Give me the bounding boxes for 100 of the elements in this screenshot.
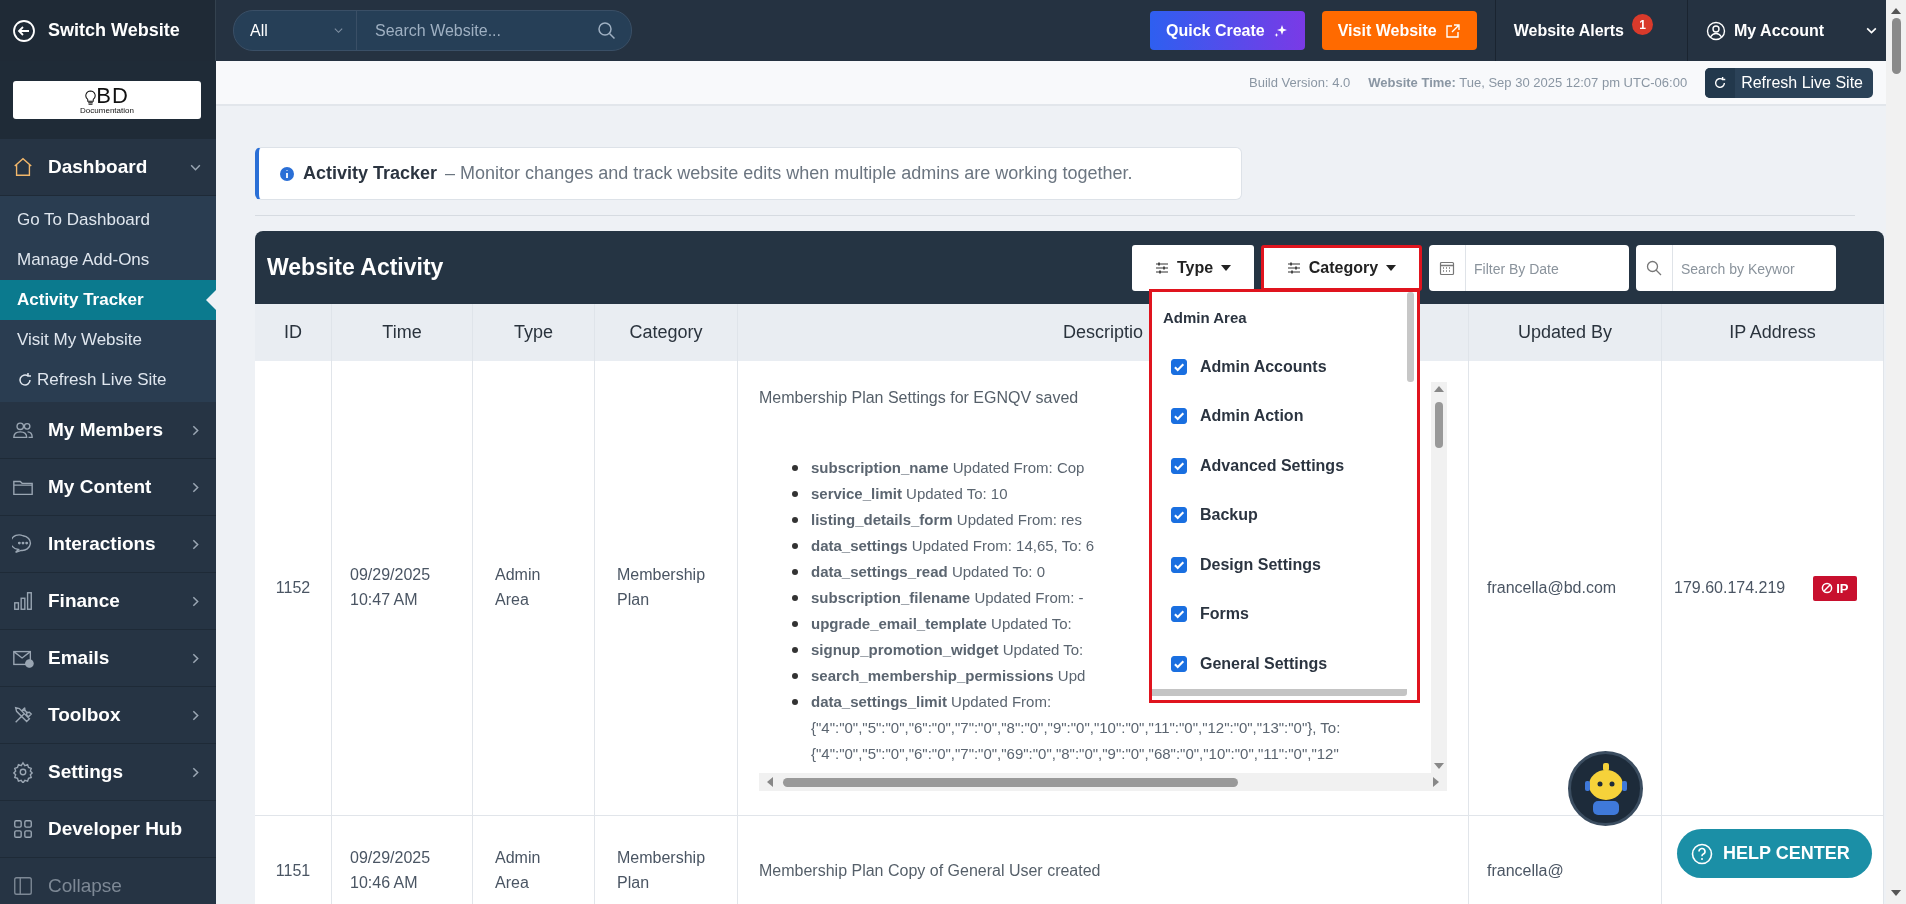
refresh-icon — [1713, 75, 1728, 90]
vertical-scrollbar[interactable] — [1407, 292, 1414, 382]
menu-item[interactable]: Settings — [0, 744, 216, 801]
menu-item[interactable]: My Content — [0, 459, 216, 516]
scroll-up-arrow-icon[interactable] — [1891, 8, 1901, 14]
notice-text: – Monitor changes and track website edits when multiple admins are working together. — [445, 163, 1133, 184]
checkbox[interactable] — [1171, 408, 1187, 425]
category-option[interactable]: Backup — [1163, 490, 1396, 540]
bar-chart-icon — [12, 590, 34, 612]
change-entry: search_membership_permissions Upd — [811, 665, 1086, 686]
table-cell-text: Admin Area — [495, 565, 542, 610]
table-cell-text: 179.60.174.219 — [1674, 577, 1786, 598]
change-entry: data_settings Updated From: 14,65, To: 6 — [811, 535, 1095, 556]
checkbox[interactable] — [1171, 556, 1187, 573]
grid-icon — [12, 818, 34, 840]
scroll-left-arrow-icon[interactable] — [767, 777, 773, 787]
submenu-item[interactable]: Visit My Website — [0, 320, 216, 360]
category-option[interactable]: Forms — [1163, 589, 1396, 639]
change-entry: subscription_name Updated From: Cop — [811, 457, 1085, 478]
scrollbar-thumb[interactable] — [1891, 18, 1901, 74]
change-entry: data_settings_limit Updated From: — [811, 691, 1052, 712]
column-header: Updated By — [1469, 304, 1662, 361]
menu-item[interactable]: My Members — [0, 402, 216, 459]
category-option[interactable]: Design Settings — [1163, 540, 1396, 590]
website-alerts-button[interactable]: Website Alerts 1 — [1495, 9, 1669, 52]
checkbox[interactable] — [1171, 507, 1187, 524]
bullet-icon — [792, 516, 798, 523]
switch-website-button[interactable]: Switch Website — [0, 0, 216, 61]
scrollbar-thumb[interactable] — [783, 777, 1238, 787]
search-input[interactable]: Search Website... — [373, 11, 597, 50]
menu-item[interactable]: Toolbox — [0, 687, 216, 744]
refresh-live-site-button[interactable]: Refresh Live Site — [1705, 67, 1873, 98]
scrollbar-thumb[interactable] — [1435, 402, 1443, 448]
table-cell-text: Membership Plan — [617, 565, 707, 610]
scroll-down-arrow-icon[interactable] — [1434, 763, 1444, 769]
change-entry: signup_promotion_widget Updated To: — [811, 639, 1084, 660]
scroll-down-arrow-icon[interactable] — [1891, 890, 1901, 896]
vertical-scrollbar[interactable] — [1431, 382, 1447, 773]
horizontal-scrollbar[interactable] — [1152, 688, 1407, 696]
menu-item[interactable]: Emails — [0, 630, 216, 687]
logo-caption: Documentation — [80, 107, 134, 115]
logo-text: BD — [96, 85, 129, 107]
type-filter-button[interactable]: Type — [1132, 244, 1254, 291]
site-logo[interactable]: BD Documentation — [13, 81, 201, 119]
change-entry: subscription_filename Updated From: - — [811, 587, 1084, 608]
menu-label: Settings — [48, 761, 124, 783]
sliders-icon — [1286, 260, 1301, 275]
search-field[interactable]: All Search Website... — [233, 10, 632, 51]
category-option[interactable]: General Settings — [1163, 639, 1396, 689]
description-summary: Membership Plan Settings for EGNQV saved — [759, 388, 1080, 408]
change-value: {"4":"0","5":"0","6":"0","7":"0","8":"0","9":"0","10":"0","11":"0","12":"0","13":"0"}, To: — [811, 717, 1341, 738]
table-cell-text: 1152 — [275, 577, 311, 598]
checkbox[interactable] — [1171, 606, 1187, 623]
description-summary: Membership Plan Copy of General User created — [759, 860, 1101, 881]
table-cell-text: 1151 — [275, 860, 311, 881]
submenu-item[interactable]: Activity Tracker — [0, 280, 216, 320]
bullet-icon — [792, 698, 798, 705]
submenu-item[interactable]: Go To Dashboard — [0, 200, 216, 240]
column-header: ID — [255, 304, 332, 361]
ban-ip-button[interactable]: IP — [1813, 575, 1857, 601]
horizontal-scrollbar[interactable] — [759, 773, 1447, 791]
my-account-menu[interactable]: My Account — [1688, 20, 1886, 41]
scroll-up-arrow-icon[interactable] — [1434, 386, 1444, 392]
scroll-right-arrow-icon[interactable] — [1433, 777, 1439, 787]
menu-item[interactable]: Finance — [0, 573, 216, 630]
category-filter-button[interactable]: Category — [1261, 244, 1422, 291]
column-header: Category — [595, 304, 738, 361]
keyword-search-input[interactable]: Search by Keywor — [1673, 244, 1836, 293]
search-icon — [1646, 259, 1662, 276]
bullet-icon — [792, 672, 798, 679]
page-scrollbar[interactable] — [1886, 0, 1906, 904]
checkbox[interactable] — [1171, 655, 1187, 672]
date-filter-field[interactable]: Filter By Date — [1429, 244, 1629, 291]
sidebar-icon — [12, 875, 34, 897]
menu-label: Toolbox — [48, 704, 122, 726]
collapse-button[interactable]: Collapse — [0, 858, 216, 904]
category-option[interactable]: Advanced Settings — [1163, 441, 1396, 491]
submenu-item[interactable]: Manage Add-Ons — [0, 240, 216, 280]
help-center-button[interactable]: HELP CENTER — [1677, 829, 1872, 878]
quick-create-button[interactable]: Quick Create — [1150, 11, 1305, 50]
checkbox[interactable] — [1171, 358, 1187, 375]
menu-label: Developer Hub — [48, 818, 184, 840]
column-header: Type — [473, 304, 595, 361]
date-filter-input[interactable]: Filter By Date — [1466, 244, 1629, 293]
submenu-item[interactable]: Refresh Live Site — [0, 360, 216, 400]
bullet-icon — [792, 542, 798, 549]
category-option[interactable]: Admin Action — [1163, 391, 1396, 441]
menu-label: My Members — [48, 419, 165, 441]
keyword-search-field[interactable]: Search by Keywor — [1636, 244, 1836, 291]
change-value: {"4":"0","5":"0","6":"0","7":"0","69":"0","8":"0","9":"0","68":"0","10":"0","11":"0","12" — [811, 743, 1339, 764]
scope-select[interactable]: All — [234, 11, 357, 50]
checkbox[interactable] — [1171, 457, 1187, 474]
menu-label: Dashboard — [48, 156, 149, 178]
people-icon — [12, 419, 34, 441]
table-cell-text: 09/29/2025 10:47 AM — [350, 565, 432, 610]
change-entry: data_settings_read Updated To: 0 — [811, 561, 1046, 582]
card-title: Website Activity — [267, 254, 444, 281]
change-entry: upgrade_email_template Updated To: — [811, 613, 1072, 634]
menu-item[interactable]: Interactions — [0, 516, 216, 573]
menu-item[interactable]: Developer Hub — [0, 801, 216, 858]
